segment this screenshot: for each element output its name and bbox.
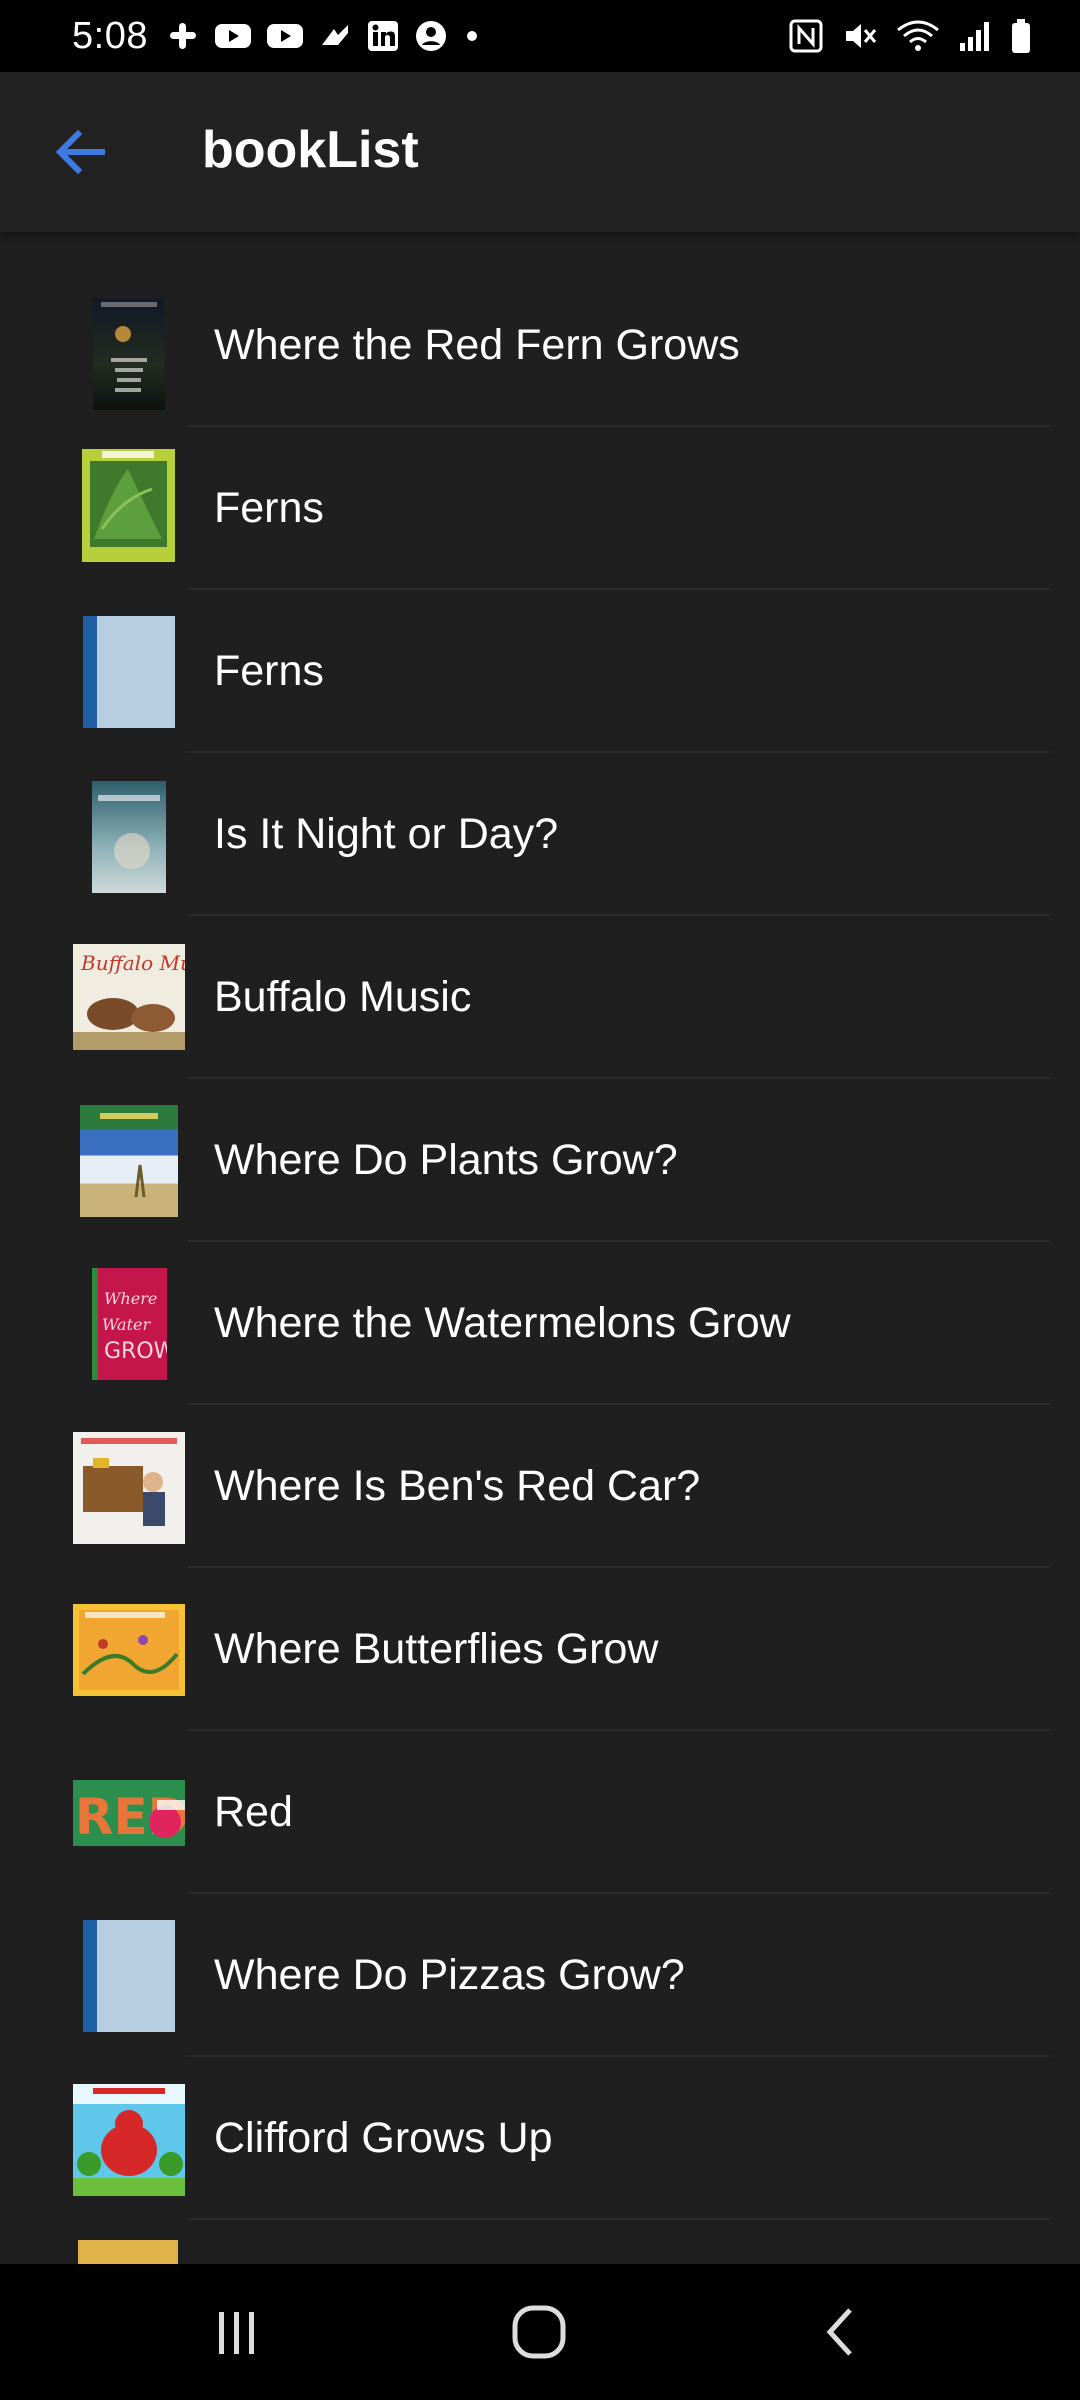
book-title: Buffalo Music bbox=[214, 973, 472, 1021]
book-cover-image bbox=[83, 1920, 175, 2032]
list-item[interactable]: Ferns bbox=[0, 590, 1080, 753]
book-title: Ferns bbox=[214, 647, 324, 695]
book-title: Where Do Pizzas Grow? bbox=[214, 1951, 685, 1999]
book-list[interactable]: Where the Red Fern Grows Ferns Ferns Is … bbox=[0, 232, 1080, 2264]
battery-icon bbox=[1012, 19, 1030, 53]
status-bar: 5:08 bbox=[0, 0, 1080, 72]
book-title: Clifford Grows Up bbox=[214, 2114, 553, 2162]
list-item[interactable]: Ferns bbox=[0, 427, 1080, 590]
recents-button[interactable] bbox=[192, 2292, 282, 2372]
list-item[interactable] bbox=[0, 2220, 1080, 2264]
app-bar: bookList bbox=[0, 72, 1080, 232]
list-item[interactable]: Where Butterflies Grow bbox=[0, 1568, 1080, 1731]
list-item[interactable]: Where Do Plants Grow? bbox=[0, 1079, 1080, 1242]
book-cover-image bbox=[73, 1604, 185, 1696]
book-title: Red bbox=[214, 1788, 293, 1836]
book-title: Where the Watermelons Grow bbox=[214, 1299, 791, 1347]
status-system-icons bbox=[788, 18, 1032, 54]
book-title: Ferns bbox=[214, 484, 324, 532]
linkedin-icon bbox=[367, 21, 398, 51]
youtube-icon bbox=[214, 24, 251, 48]
svg-text:GROW: GROW bbox=[104, 1339, 167, 1364]
arrow-left-icon bbox=[55, 129, 105, 175]
book-cover-image bbox=[73, 1432, 185, 1544]
book-cover-image bbox=[83, 616, 175, 728]
list-item[interactable]: Where Water GROW Where the Watermelons G… bbox=[0, 1242, 1080, 1405]
book-title: Where the Red Fern Grows bbox=[214, 321, 740, 369]
system-back-button[interactable] bbox=[796, 2292, 886, 2372]
svg-text:Where: Where bbox=[104, 1289, 157, 1308]
book-cover-image bbox=[80, 1105, 178, 1217]
nfc-icon bbox=[789, 19, 823, 53]
list-item[interactable]: Where Do Pizzas Grow? bbox=[0, 1894, 1080, 2057]
book-cover-image: Where Water GROW bbox=[92, 1268, 167, 1380]
book-cover-image: Buffalo Music bbox=[73, 944, 185, 1050]
book-title: Where Do Plants Grow? bbox=[214, 1136, 678, 1184]
page-title: bookList bbox=[202, 121, 419, 179]
list-item[interactable]: Is It Night or Day? bbox=[0, 753, 1080, 916]
navigation-bar bbox=[0, 2264, 1080, 2400]
book-cover-image bbox=[78, 2240, 178, 2264]
status-notification-icons bbox=[166, 19, 482, 53]
book-cover-image bbox=[73, 2084, 185, 2196]
notification-icon bbox=[321, 25, 348, 45]
home-button[interactable] bbox=[494, 2292, 584, 2372]
signal-icon bbox=[960, 22, 989, 51]
slack-icon bbox=[169, 23, 196, 49]
book-title: Is It Night or Day? bbox=[214, 810, 559, 858]
book-cover-image bbox=[93, 298, 165, 410]
list-item[interactable]: Where the Red Fern Grows bbox=[0, 264, 1080, 427]
list-item[interactable]: Where Is Ben's Red Car? bbox=[0, 1405, 1080, 1568]
svg-text:Buffalo Music: Buffalo Music bbox=[80, 951, 185, 975]
back-button[interactable] bbox=[40, 112, 120, 192]
list-item[interactable]: Clifford Grows Up bbox=[0, 2057, 1080, 2220]
recents-icon bbox=[219, 2312, 254, 2354]
status-time: 5:08 bbox=[72, 14, 148, 57]
svg-text:Water: Water bbox=[102, 1315, 151, 1334]
account-icon bbox=[415, 21, 446, 51]
book-title: Where Butterflies Grow bbox=[214, 1625, 659, 1673]
youtube-icon bbox=[266, 24, 303, 48]
list-item[interactable]: RED Red bbox=[0, 1731, 1080, 1894]
home-icon bbox=[512, 2305, 566, 2359]
book-cover-image: RED bbox=[73, 1780, 185, 1846]
back-chevron-icon bbox=[826, 2308, 852, 2356]
dot-icon bbox=[466, 31, 477, 41]
book-cover-image bbox=[82, 449, 175, 562]
book-title: Where Is Ben's Red Car? bbox=[214, 1462, 701, 1510]
wifi-icon bbox=[897, 20, 939, 51]
book-cover-image bbox=[92, 781, 166, 893]
list-item[interactable]: Buffalo Music Buffalo Music bbox=[0, 916, 1080, 1079]
mute-icon bbox=[846, 24, 877, 48]
